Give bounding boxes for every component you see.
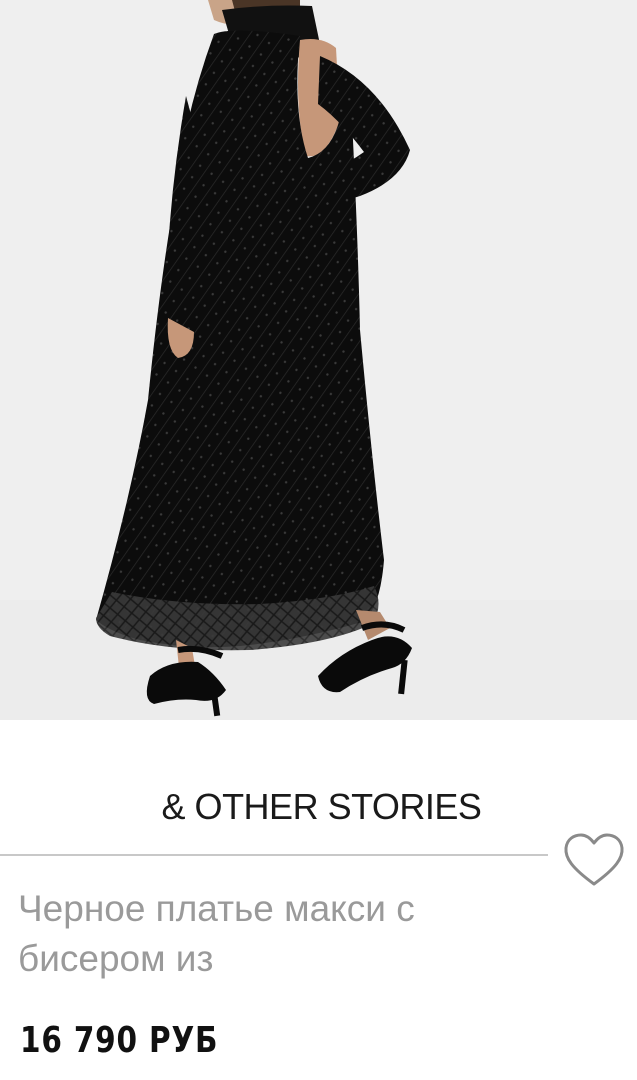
divider (0, 854, 548, 856)
brand-name: & OTHER STORIES (161, 786, 482, 827)
product-price: 16 790 РУБ (20, 1020, 219, 1061)
heart-outline-icon[interactable] (562, 832, 626, 890)
product-image[interactable] (0, 0, 637, 720)
dress-model-photo (0, 0, 637, 720)
product-card[interactable]: & OTHER STORIES Черное платье макси с би… (0, 0, 637, 1080)
product-title[interactable]: Черное платье макси с бисером из (18, 884, 558, 984)
